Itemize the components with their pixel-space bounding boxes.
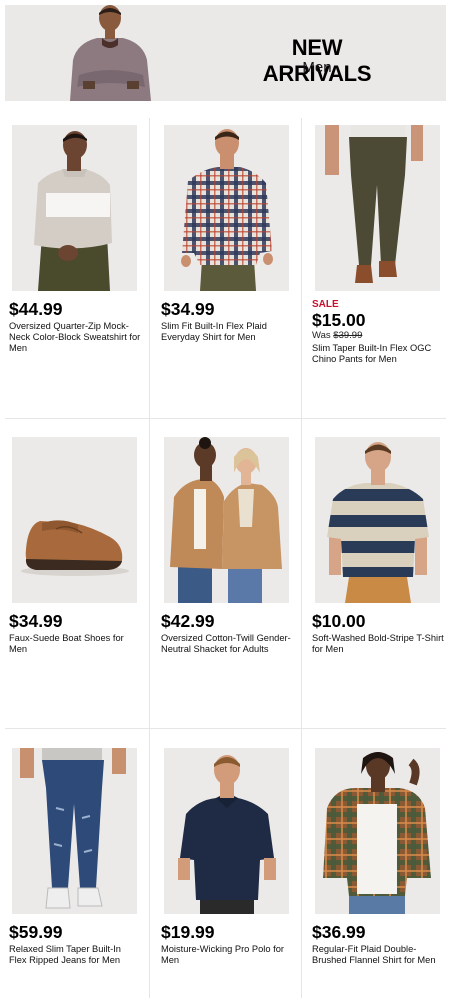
product-image-polo[interactable] <box>164 748 289 914</box>
product-price: $10.00 <box>312 611 366 631</box>
product-image-striped-tshirt[interactable] <box>315 437 440 603</box>
product-price: $44.99 <box>9 299 63 319</box>
product-name[interactable]: Oversized Cotton-Twill Gender-Neutral Sh… <box>161 633 293 655</box>
product-name[interactable]: Slim Taper Built-In Flex OGC Chino Pants… <box>312 343 444 365</box>
was-price: Was $39.99 <box>312 330 444 341</box>
new-arrivals-banner[interactable]: NEW ARRIVALS Men <box>5 5 446 101</box>
row-divider <box>5 418 446 419</box>
product-image-boat-shoes[interactable] <box>12 437 137 603</box>
product-price: $59.99 <box>9 922 63 942</box>
column-divider <box>301 118 302 998</box>
product-image-flannel-shirt[interactable] <box>315 748 440 914</box>
banner-model-image <box>65 5 155 101</box>
product-image-plaid-shirt[interactable] <box>164 125 289 291</box>
product-image-sweatshirt[interactable] <box>12 125 137 291</box>
product-name[interactable]: Regular-Fit Plaid Double-Brushed Flannel… <box>312 944 444 966</box>
original-price: $39.99 <box>333 330 363 341</box>
was-label: Was <box>312 330 331 341</box>
product-image-ripped-jeans[interactable] <box>12 748 137 914</box>
product-price: $15.00 <box>312 310 366 330</box>
product-price: $36.99 <box>312 922 366 942</box>
product-name[interactable]: Soft-Washed Bold-Stripe T-Shirt for Men <box>312 633 444 655</box>
column-divider <box>149 118 150 998</box>
product-name[interactable]: Oversized Quarter-Zip Mock-Neck Color-Bl… <box>9 321 141 355</box>
sale-badge: SALE <box>312 299 339 310</box>
product-price: $19.99 <box>161 922 215 942</box>
product-price: $42.99 <box>161 611 215 631</box>
product-price: $34.99 <box>9 611 63 631</box>
product-image-chino-pants[interactable] <box>315 125 440 291</box>
product-name[interactable]: Slim Fit Built-In Flex Plaid Everyday Sh… <box>161 321 293 343</box>
product-name[interactable]: Relaxed Slim Taper Built-In Flex Ripped … <box>9 944 141 966</box>
product-name[interactable]: Faux-Suede Boat Shoes for Men <box>9 633 141 655</box>
row-divider <box>5 728 446 729</box>
product-price: $34.99 <box>161 299 215 319</box>
product-image-shacket[interactable] <box>164 437 289 603</box>
banner-subtitle: Men <box>302 59 332 76</box>
product-name[interactable]: Moisture-Wicking Pro Polo for Men <box>161 944 293 966</box>
